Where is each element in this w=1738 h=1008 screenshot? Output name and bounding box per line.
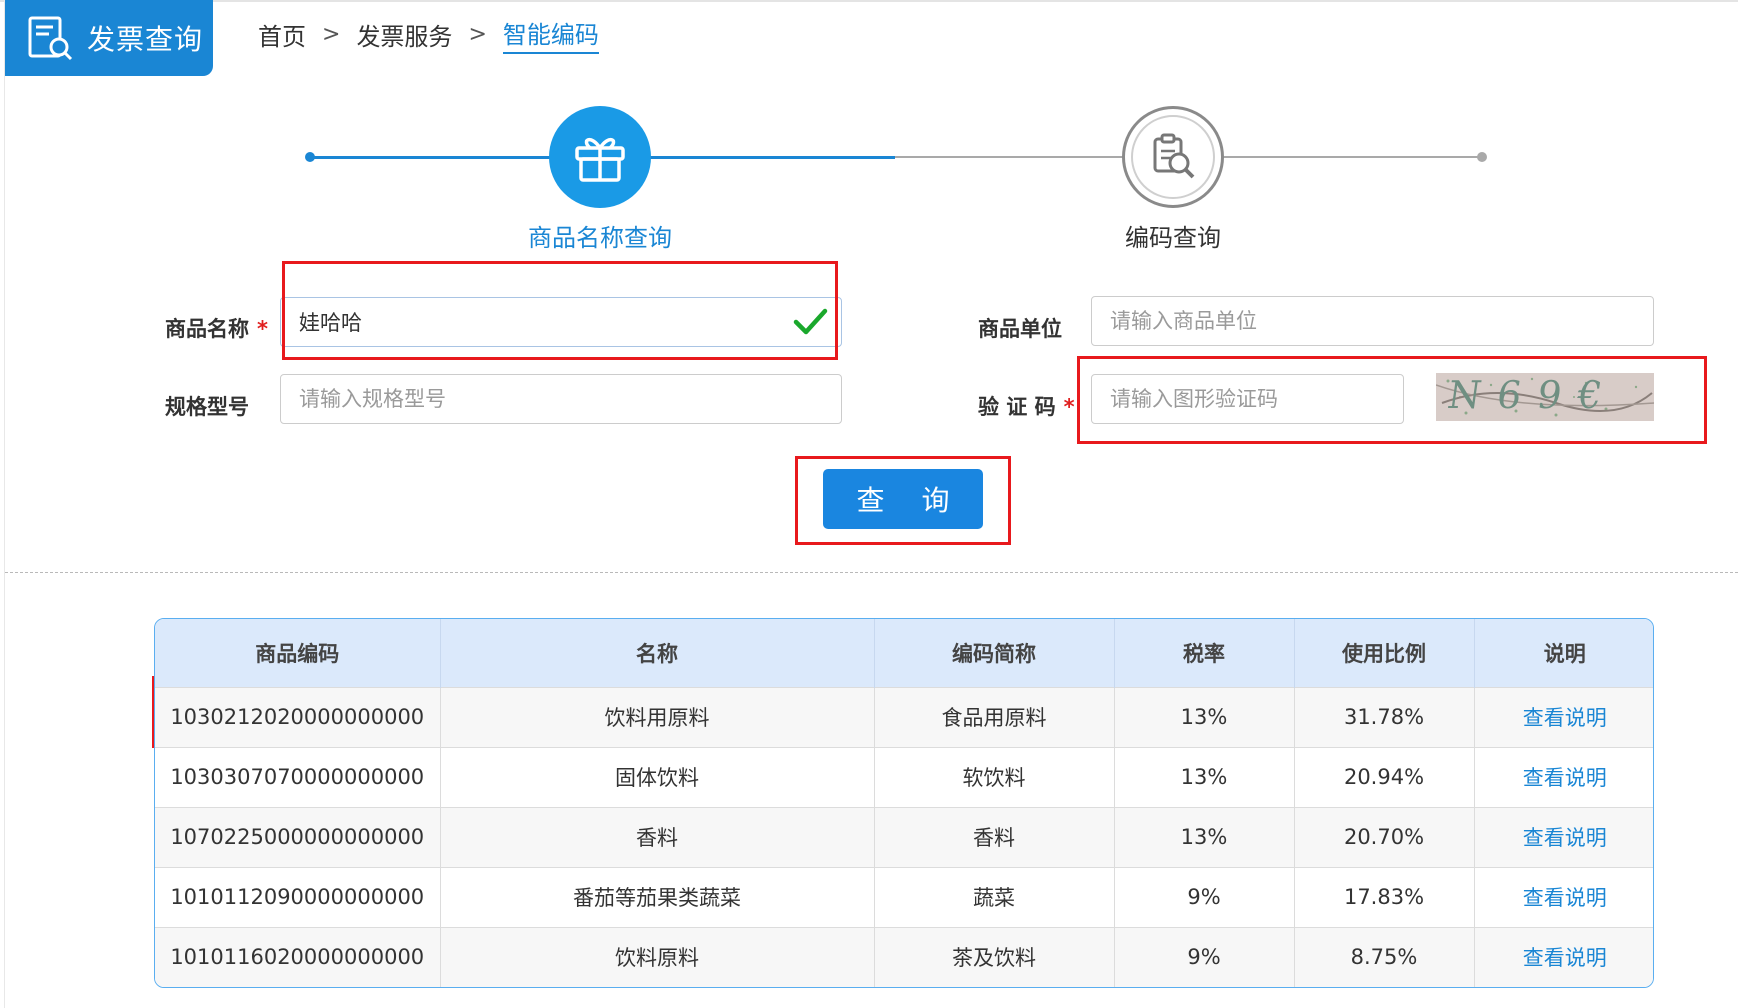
- view-description-link[interactable]: 查看说明: [1523, 886, 1607, 910]
- table-row[interactable]: 1030212020000000000 饮料用原料 食品用原料 13% 31.7…: [155, 686, 1653, 747]
- view-description-link[interactable]: 查看说明: [1523, 766, 1607, 790]
- product-unit-input[interactable]: [1091, 296, 1654, 346]
- breadcrumb-home[interactable]: 首页: [258, 17, 306, 52]
- cell-name: 固体饮料: [440, 746, 875, 807]
- gift-icon: [575, 137, 625, 182]
- breadcrumb-smart-coding[interactable]: 智能编码: [502, 15, 599, 54]
- breadcrumb-separator: >: [468, 21, 487, 47]
- step-code-query-label: 编码查询: [1125, 224, 1221, 252]
- cell-usage-ratio: 17.83%: [1294, 866, 1475, 927]
- view-description-link[interactable]: 查看说明: [1523, 946, 1607, 970]
- cell-tax-rate: 13%: [1114, 746, 1295, 807]
- required-mark: *: [257, 317, 268, 341]
- table-row[interactable]: 1010112090000000000 番茄等茄果类蔬菜 蔬菜 9% 17.83…: [155, 866, 1653, 927]
- step-end-dot: [1477, 152, 1487, 162]
- cell-tax-rate: 9%: [1114, 926, 1295, 987]
- cell-code-short-name: 蔬菜: [874, 866, 1115, 927]
- cell-code-short-name: 茶及饮料: [874, 926, 1115, 987]
- cell-description: 查看说明: [1474, 746, 1653, 807]
- cell-tax-rate: 9%: [1114, 866, 1295, 927]
- spec-model-input[interactable]: [280, 374, 842, 424]
- column-header-tax-rate: 税率: [1114, 619, 1295, 687]
- table-row[interactable]: 1010116020000000000 饮料原料 茶及饮料 9% 8.75% 查…: [155, 926, 1653, 987]
- results-table: 商品编码 名称 编码简称 税率 使用比例 说明 1030212020000000…: [154, 618, 1654, 988]
- table-row[interactable]: 1070225000000000000 香料 香料 13% 20.70% 查看说…: [155, 806, 1653, 867]
- cell-product-code: 1030307070000000000: [155, 746, 441, 807]
- captcha-input[interactable]: [1091, 374, 1404, 424]
- cell-code-short-name: 食品用原料: [874, 686, 1115, 747]
- required-mark: *: [1063, 395, 1075, 419]
- spec-model-label: 规格型号: [165, 395, 249, 419]
- cell-description: 查看说明: [1474, 926, 1653, 987]
- column-header-description: 说明: [1474, 619, 1653, 687]
- captcha-label-text: 验 证 码: [978, 395, 1056, 419]
- table-header-row: 商品编码 名称 编码简称 税率 使用比例 说明: [155, 619, 1653, 687]
- step-code-query[interactable]: [1122, 106, 1224, 208]
- captcha-image[interactable]: N69€: [1436, 373, 1654, 421]
- view-description-link[interactable]: 查看说明: [1523, 706, 1607, 730]
- column-header-code-short-name: 编码简称: [874, 619, 1115, 687]
- cell-code-short-name: 软饮料: [874, 746, 1115, 807]
- cell-product-code: 1030212020000000000: [155, 686, 441, 747]
- cell-product-code: 1010116020000000000: [155, 926, 441, 987]
- cell-description: 查看说明: [1474, 686, 1653, 747]
- column-header-usage-ratio: 使用比例: [1294, 619, 1475, 687]
- column-header-product-code: 商品编码: [155, 619, 441, 687]
- captcha-label: 验 证 码 *: [978, 391, 1075, 421]
- document-search-icon: [1153, 133, 1195, 179]
- cell-usage-ratio: 31.78%: [1294, 686, 1475, 747]
- top-border: [0, 0, 1738, 2]
- product-name-label-text: 商品名称: [165, 317, 249, 341]
- valid-check-icon: [793, 308, 828, 335]
- app-title: 发票查询: [87, 23, 204, 56]
- captcha-text: N69€: [1444, 373, 1621, 417]
- step-product-name-label: 商品名称查询: [528, 224, 672, 252]
- cell-product-code: 1070225000000000000: [155, 806, 441, 867]
- step-code-query-inner: [1131, 115, 1215, 199]
- app-logo-tab[interactable]: 发票查询: [5, 0, 213, 76]
- step-start-dot: [305, 152, 315, 162]
- left-border: [4, 0, 5, 1008]
- step-product-name-query[interactable]: [549, 106, 651, 208]
- cell-name: 香料: [440, 806, 875, 867]
- product-unit-label: 商品单位: [978, 317, 1062, 341]
- cell-description: 查看说明: [1474, 806, 1653, 867]
- table-row[interactable]: 1030307070000000000 固体饮料 软饮料 13% 20.94% …: [155, 746, 1653, 807]
- product-name-input[interactable]: [280, 297, 842, 347]
- page: 发票查询 首页 > 发票服务 > 智能编码 商品名称查询 编码查询 商品名称 *…: [0, 0, 1738, 1008]
- cell-name: 饮料原料: [440, 926, 875, 987]
- breadcrumb: 首页 > 发票服务 > 智能编码: [258, 15, 599, 54]
- cell-usage-ratio: 8.75%: [1294, 926, 1475, 987]
- cell-description: 查看说明: [1474, 866, 1653, 927]
- invoice-search-icon: [28, 16, 73, 61]
- cell-name: 饮料用原料: [440, 686, 875, 747]
- cell-code-short-name: 香料: [874, 806, 1115, 867]
- cell-tax-rate: 13%: [1114, 806, 1295, 867]
- cell-usage-ratio: 20.70%: [1294, 806, 1475, 867]
- column-header-name: 名称: [440, 619, 875, 687]
- cell-usage-ratio: 20.94%: [1294, 746, 1475, 807]
- view-description-link[interactable]: 查看说明: [1523, 826, 1607, 850]
- cell-tax-rate: 13%: [1114, 686, 1295, 747]
- product-name-label: 商品名称 *: [165, 313, 268, 343]
- cell-product-code: 1010112090000000000: [155, 866, 441, 927]
- section-divider: [5, 572, 1738, 573]
- query-button[interactable]: 查 询: [823, 469, 983, 529]
- breadcrumb-invoice-service[interactable]: 发票服务: [356, 17, 452, 52]
- breadcrumb-separator: >: [322, 21, 341, 47]
- cell-name: 番茄等茄果类蔬菜: [440, 866, 875, 927]
